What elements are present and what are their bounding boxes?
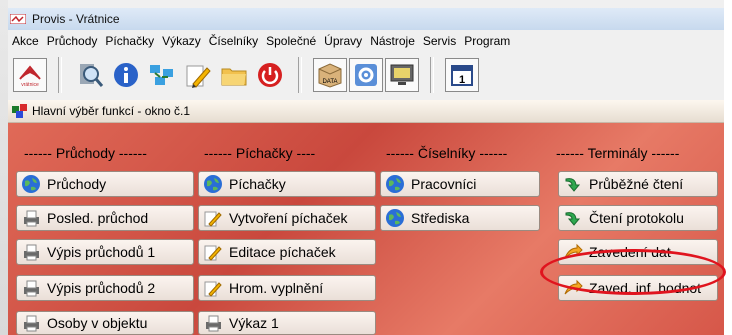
btn-zavedeni-dat[interactable]: Zavedení dat (558, 239, 718, 265)
menu-akce[interactable]: Akce (8, 34, 43, 48)
menu-ciselniky[interactable]: Číselníky (205, 34, 262, 48)
btn-label: Hrom. vyplnění (229, 280, 324, 296)
menu-spolecne[interactable]: Společné (262, 34, 320, 48)
btn-label: Osoby v objektu (47, 315, 148, 331)
globe-icon (383, 207, 407, 229)
btn-label: Editace píchaček (229, 244, 336, 260)
calendar-icon[interactable]: 1 (445, 58, 479, 92)
btn-pichacky[interactable]: Píchačky (198, 171, 376, 197)
btn-vypis-pruchodu-1[interactable]: Výpis průchodů 1 (16, 239, 194, 265)
toolbar-group-main (68, 55, 292, 95)
btn-label: Posled. průchod (47, 210, 149, 226)
vratnice-logo-button[interactable]: vrátnice (13, 58, 47, 92)
btn-label: Výkaz 1 (229, 315, 279, 331)
network-icon[interactable] (145, 58, 179, 92)
btn-vykaz-1[interactable]: Výkaz 1 (198, 311, 376, 335)
title-bar: Provis - Vrátnice (8, 8, 724, 30)
btn-label: Zavedení dat (589, 244, 671, 260)
data-box-icon[interactable]: DATA (313, 58, 347, 92)
toolbar-separator (58, 57, 62, 93)
btn-posled-pruchod[interactable]: Posled. průchod (16, 205, 194, 231)
column-header-pichacky: ------ Píchačky ---- (204, 145, 316, 161)
btn-hrom-vyplneni[interactable]: Hrom. vyplnění (198, 275, 376, 301)
btn-vypis-pruchodu-2[interactable]: Výpis průchodů 2 (16, 275, 194, 301)
menu-nastroje[interactable]: Nástroje (366, 34, 419, 48)
window-title: Provis - Vrátnice (32, 12, 120, 26)
menu-bar: Akce Průchody Píchačky Výkazy Číselníky … (8, 32, 514, 50)
btn-cteni-protokolu[interactable]: Čtení protokolu (558, 205, 718, 231)
edit-pencil-icon (201, 241, 225, 263)
menu-servis[interactable]: Servis (419, 34, 460, 48)
calendar-label: 1 (459, 74, 465, 86)
desktop-right-gap (724, 0, 732, 335)
globe-icon (201, 173, 225, 195)
settings-gear-icon[interactable] (349, 58, 383, 92)
menu-program[interactable]: Program (460, 34, 514, 48)
toolbar-separator (298, 57, 302, 93)
btn-vytvoreni-pichacek[interactable]: Vytvoření píchaček (198, 205, 376, 231)
edit-pencil-icon (201, 207, 225, 229)
btn-label: Výpis průchodů 1 (47, 244, 156, 260)
orange-arrow-icon (561, 277, 585, 299)
btn-label: Pracovníci (411, 176, 477, 192)
btn-label: Střediska (411, 210, 470, 226)
column-header-terminaly: ------ Terminály ------ (556, 145, 680, 161)
printer-icon (19, 241, 43, 263)
toolbar-group-calendar: 1 (440, 55, 484, 95)
btn-label: Průchody (47, 176, 107, 192)
toolbar-group-logo: vrátnice (8, 55, 52, 95)
search-icon[interactable] (73, 58, 107, 92)
toolbar-separator (430, 57, 434, 93)
edit-pencil-icon (201, 277, 225, 299)
btn-label: Čtení protokolu (589, 210, 684, 226)
panel-title-bar: Hlavní výběr funkcí - okno č.1 (8, 100, 724, 123)
monitor-icon[interactable] (385, 58, 419, 92)
panel-icon (8, 104, 28, 118)
menu-pruchody[interactable]: Průchody (43, 34, 102, 48)
panel-title: Hlavní výběr funkcí - okno č.1 (32, 104, 191, 118)
green-arrow-icon (561, 207, 585, 229)
edit-pencil-icon[interactable] (181, 58, 215, 92)
btn-zaved-inf-hodnot[interactable]: Zaved. inf. hodnot (558, 275, 718, 301)
folder-icon[interactable] (217, 58, 251, 92)
power-icon[interactable] (253, 58, 287, 92)
btn-pruchody[interactable]: Průchody (16, 171, 194, 197)
btn-label: Průběžné čtení (589, 176, 684, 192)
btn-label: Výpis průchodů 2 (47, 280, 156, 296)
printer-icon (19, 312, 43, 334)
app-icon (10, 13, 26, 25)
printer-icon (19, 207, 43, 229)
btn-osoby-v-objektu[interactable]: Osoby v objektu (16, 311, 194, 335)
btn-pracovnici[interactable]: Pracovníci (380, 171, 540, 197)
printer-icon (201, 312, 225, 334)
orange-arrow-icon (561, 241, 585, 263)
toolbar-group-data: DATA (308, 55, 424, 95)
main-functions-panel: Hlavní výběr funkcí - okno č.1 ------ Pr… (8, 100, 726, 335)
panel-body: ------ Průchody ------ Průchody Posled. … (8, 123, 726, 335)
btn-strediska[interactable]: Střediska (380, 205, 540, 231)
btn-label: Píchačky (229, 176, 286, 192)
data-box-label: DATA (322, 79, 337, 85)
printer-icon (19, 277, 43, 299)
menu-vykazy[interactable]: Výkazy (158, 34, 205, 48)
menu-pichacky[interactable]: Píchačky (101, 34, 158, 48)
globe-icon (19, 173, 43, 195)
toolbar: vrátnice DATA 1 (8, 52, 724, 98)
btn-prubezne-cteni[interactable]: Průběžné čtení (558, 171, 718, 197)
vratnice-logo-text: vrátnice (21, 82, 39, 88)
btn-editace-pichacek[interactable]: Editace píchaček (198, 239, 376, 265)
column-header-ciselniky: ------ Číselníky ------ (386, 145, 508, 161)
btn-label: Zaved. inf. hodnot (589, 280, 702, 296)
green-arrow-icon (561, 173, 585, 195)
info-icon[interactable] (109, 58, 143, 92)
app-window: Provis - Vrátnice Akce Průchody Píchačky… (8, 0, 726, 335)
menu-upravy[interactable]: Úpravy (320, 34, 366, 48)
btn-label: Vytvoření píchaček (229, 210, 348, 226)
globe-icon (383, 173, 407, 195)
column-header-pruchody: ------ Průchody ------ (24, 145, 147, 161)
